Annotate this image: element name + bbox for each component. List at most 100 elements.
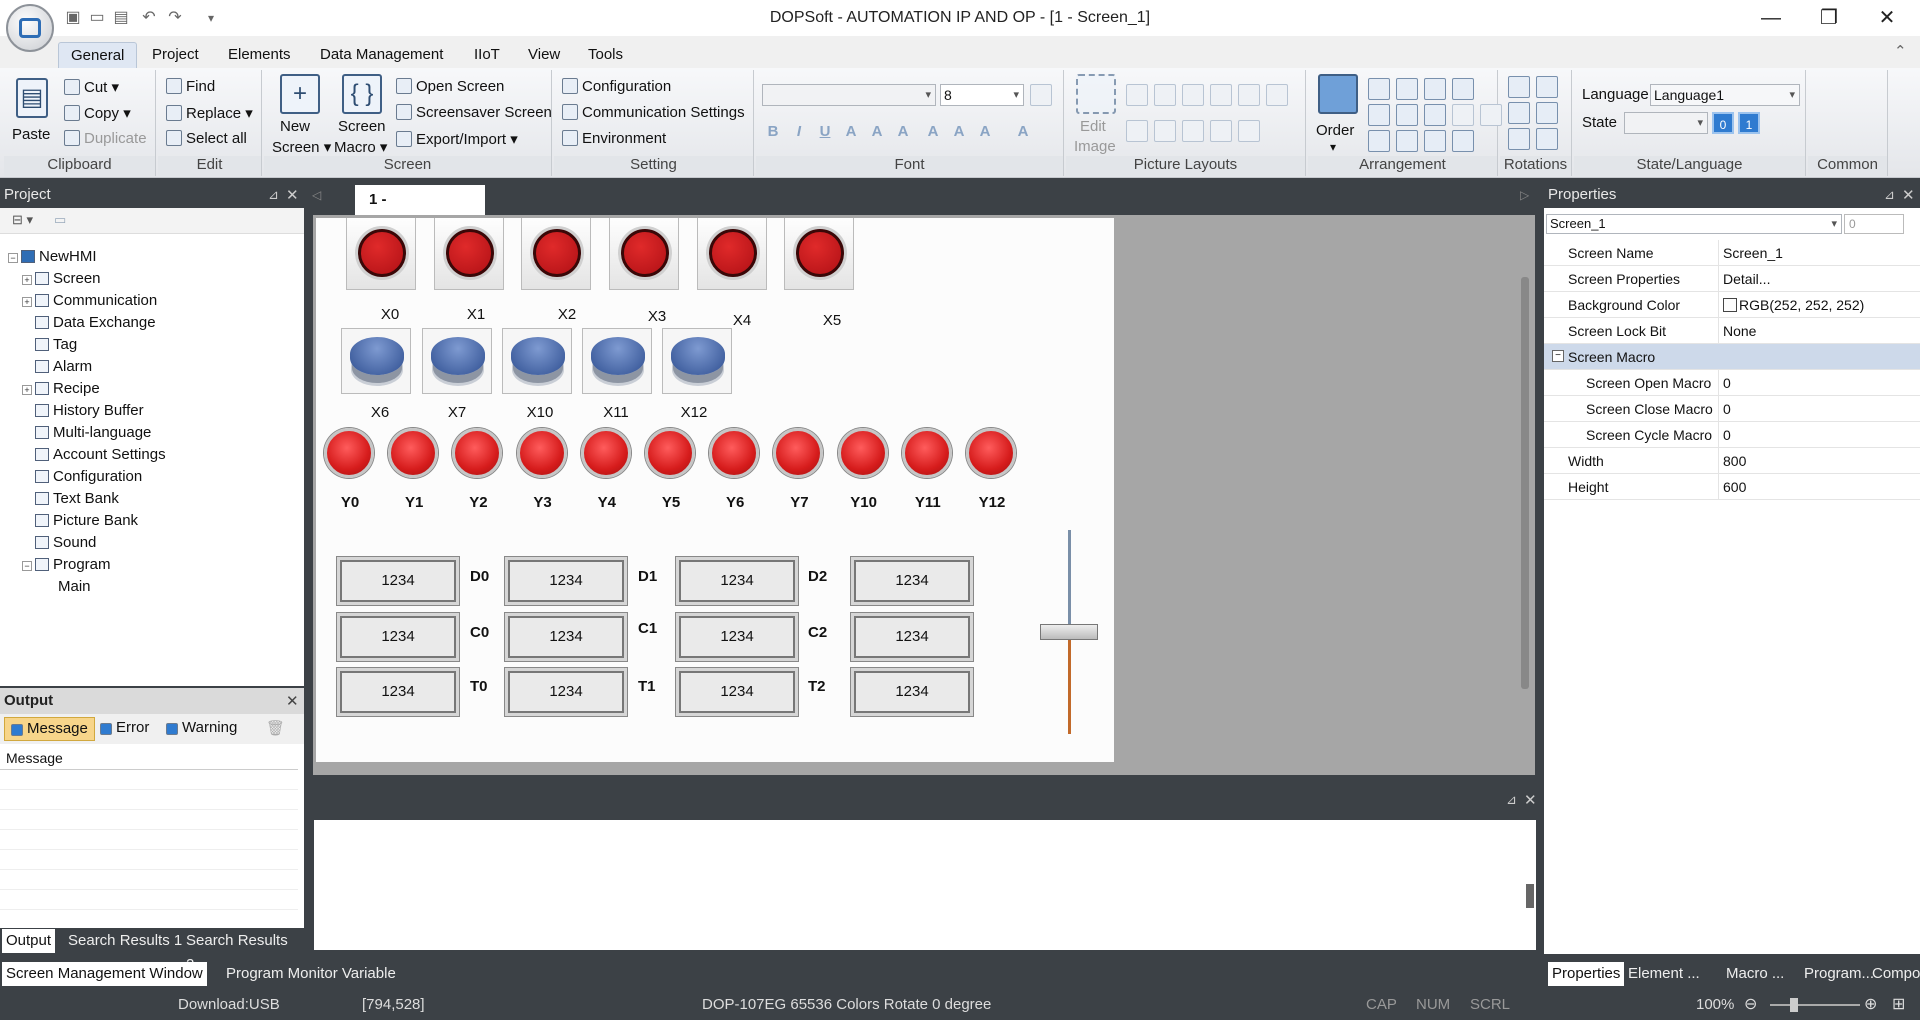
font-size-combo[interactable]: 8 [940, 84, 1024, 106]
property-value[interactable]: 0 [1718, 370, 1914, 396]
collapse-ribbon-icon[interactable]: ⌃ [1894, 42, 1907, 60]
center-icon[interactable] [1452, 104, 1474, 126]
state-0-button[interactable]: 0 [1712, 112, 1734, 134]
layout-icon-10[interactable] [1210, 120, 1232, 142]
tab-general[interactable]: General [58, 42, 138, 68]
flip-horizontal-icon[interactable] [1508, 102, 1530, 124]
collapse-icon[interactable]: − [1552, 350, 1564, 362]
horizontal-spacing-icon[interactable] [1424, 130, 1446, 152]
red-pushbutton[interactable] [609, 218, 679, 290]
message-column-header[interactable]: Message [0, 746, 298, 770]
property-row[interactable]: Screen Name Screen_1 [1544, 240, 1920, 266]
layout-icon-8[interactable] [1154, 120, 1176, 142]
blue-pushbutton[interactable] [662, 328, 732, 394]
distribute-icon-1[interactable] [1368, 130, 1390, 152]
indicator-lamp[interactable] [837, 428, 888, 478]
tree-item-multi-language[interactable]: Multi-language [8, 422, 166, 444]
tree-item-recipe[interactable]: + Recipe [8, 378, 166, 400]
tab-tools[interactable]: Tools [576, 42, 635, 68]
blue-pushbutton[interactable] [422, 328, 492, 394]
tab-scroll-right-icon[interactable]: ▷ [1520, 188, 1529, 202]
indicator-lamp[interactable] [901, 428, 952, 478]
slider-thumb[interactable] [1040, 624, 1098, 640]
tree-item-communication[interactable]: + Communication [8, 290, 166, 312]
properties-object-selector[interactable]: Screen_1 [1546, 214, 1842, 234]
paste-button[interactable]: ▤ Paste [12, 74, 58, 154]
export-import-button[interactable]: Export/Import ▾ [396, 130, 518, 148]
layout-icon-2[interactable] [1154, 84, 1176, 106]
property-value[interactable]: 0 [1718, 396, 1914, 422]
component-tab[interactable]: Compon... [1868, 962, 1920, 986]
duplicate-button[interactable]: Duplicate [64, 130, 147, 147]
state-1-button[interactable]: 1 [1738, 112, 1760, 134]
layout-icon-11[interactable] [1238, 120, 1260, 142]
screen-macro-section[interactable]: − Screen Macro [1544, 344, 1920, 370]
tree-root[interactable]: − NewHMI [8, 246, 166, 268]
align-left-button[interactable]: A [840, 120, 862, 142]
property-row[interactable]: Background Color RGB(252, 252, 252) [1544, 292, 1920, 318]
tree-item-main[interactable]: Main [8, 576, 166, 598]
search-results-2-tab[interactable]: Search Results 2 [182, 929, 304, 973]
numeric-display[interactable]: 1234 [504, 667, 628, 717]
indicator-lamp[interactable] [773, 428, 824, 478]
tree-item-account-settings[interactable]: Account Settings [8, 444, 166, 466]
property-row[interactable]: Height 600 [1544, 474, 1920, 500]
align-center-button[interactable]: A [866, 120, 888, 142]
collapse-icon[interactable]: − [8, 253, 18, 263]
group-icon[interactable] [1480, 104, 1502, 126]
environment-button[interactable]: Environment [562, 130, 666, 147]
property-row[interactable]: Screen Properties Detail... [1544, 266, 1920, 292]
bold-button[interactable]: B [762, 120, 784, 142]
warning-filter-button[interactable]: Warning [166, 717, 237, 741]
align-top-icon[interactable] [1424, 78, 1446, 100]
numeric-display[interactable]: 1234 [336, 667, 460, 717]
numeric-display[interactable]: 1234 [675, 556, 799, 606]
distribute-icon-2[interactable] [1396, 130, 1418, 152]
layout-icon-5[interactable] [1238, 84, 1260, 106]
property-value[interactable]: Detail... [1718, 266, 1914, 292]
tree-item-configuration[interactable]: Configuration [8, 466, 166, 488]
layout-icon-6[interactable] [1266, 84, 1288, 106]
zoom-out-icon[interactable]: ⊖ [1744, 990, 1757, 1020]
edit-image-button[interactable]: Edit Image [1072, 74, 1118, 158]
hmi-screen[interactable]: X0 X1 X2 X3 X4 X5 X6 X7 X10 X11 X12 Y0 Y1 Y2 Y3 Y4 Y5 Y6 Y… [316, 218, 1114, 762]
lower-pane-close-icon[interactable]: ✕ [1524, 791, 1537, 809]
output-panel-close-icon[interactable]: ✕ [286, 692, 299, 710]
error-filter-button[interactable]: Error [100, 717, 149, 741]
macro-property-row[interactable]: Screen Open Macro 0 [1544, 370, 1920, 396]
flip-vertical-icon[interactable] [1536, 102, 1558, 124]
tab-iiot[interactable]: IIoT [462, 42, 512, 68]
indicator-lamp[interactable] [709, 428, 760, 478]
layout-icon-4[interactable] [1210, 84, 1232, 106]
save-icon[interactable]: ▤ [110, 7, 132, 29]
open-screen-button[interactable]: Open Screen [396, 78, 504, 95]
rotate-icon-5[interactable] [1508, 128, 1530, 150]
property-row[interactable]: Width 800 [1544, 448, 1920, 474]
red-pushbutton[interactable] [346, 218, 416, 290]
properties-panel-close-icon[interactable]: ✕ [1902, 186, 1915, 204]
property-value[interactable]: None [1718, 318, 1914, 344]
rotate-icon-6[interactable] [1536, 128, 1558, 150]
underline-button[interactable]: U [814, 120, 836, 142]
customize-icon[interactable]: ▾ [200, 7, 222, 29]
project-panel-close-icon[interactable]: ✕ [286, 186, 299, 204]
close-button[interactable]: ✕ [1858, 0, 1916, 36]
indicator-lamp[interactable] [966, 428, 1016, 478]
macro-property-row[interactable]: Screen Cycle Macro 0 [1544, 422, 1920, 448]
indicator-lamp[interactable] [452, 428, 503, 478]
indicator-lamp[interactable] [645, 428, 695, 478]
tab-view[interactable]: View [516, 42, 572, 68]
restore-button[interactable]: ❐ [1800, 0, 1858, 36]
red-pushbutton[interactable] [521, 218, 591, 290]
red-pushbutton[interactable] [434, 218, 504, 290]
tree-item-screen[interactable]: + Screen [8, 268, 166, 290]
layout-icon-9[interactable] [1182, 120, 1204, 142]
same-width-icon[interactable] [1368, 104, 1390, 126]
indicator-lamp[interactable] [580, 428, 631, 478]
numeric-display[interactable]: 1234 [850, 667, 974, 717]
align-bottom-button[interactable]: A [974, 120, 996, 142]
configuration-button[interactable]: Configuration [562, 78, 671, 95]
copy-button[interactable]: Copy ▾ [64, 104, 131, 122]
expand-icon[interactable]: + [22, 297, 32, 307]
layout-icon-7[interactable] [1126, 120, 1148, 142]
